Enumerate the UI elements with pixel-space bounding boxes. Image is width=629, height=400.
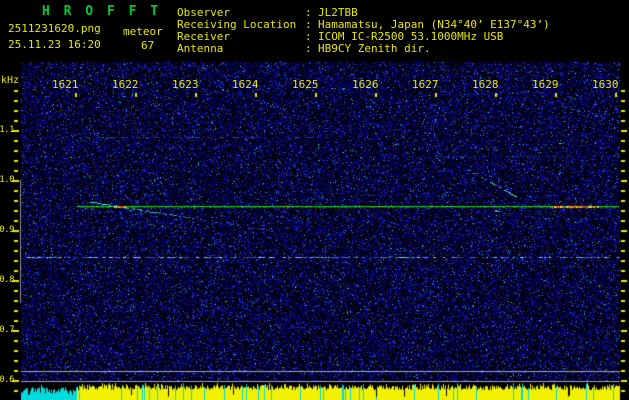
x-tick-label-1629: 1629: [532, 78, 559, 91]
y-tick-label-1.1: 1.1: [0, 125, 15, 135]
x-tick-label-1625: 1625: [292, 78, 319, 91]
y-tick-label-0.6: 0.6: [0, 375, 15, 385]
x-tick-label-1623: 1623: [172, 78, 199, 91]
y-axis-unit-label: kHz: [1, 75, 20, 86]
info-colon: :: [305, 42, 312, 55]
y-tick-label-0.9: 0.9: [0, 225, 15, 235]
x-tick-label-1630: 1630: [592, 78, 619, 91]
spectrogram-canvas: [0, 0, 629, 400]
y-tick-label-0.8: 0.8: [0, 275, 15, 285]
app-title: H R O F F T: [42, 4, 162, 19]
x-tick-label-1627: 1627: [412, 78, 439, 91]
y-tick-label-0.7: 0.7: [0, 325, 15, 335]
echo-count: 67: [141, 39, 155, 52]
x-tick-label-1622: 1622: [112, 78, 139, 91]
file-name: 2511231620.png: [8, 22, 101, 35]
x-tick-label-1624: 1624: [232, 78, 259, 91]
x-tick-label-1626: 1626: [352, 78, 379, 91]
mode-label: meteor: [123, 25, 163, 38]
info-row-antenna: Antenna: HB9CY Zenith dir.: [177, 43, 550, 55]
x-tick-label-1628: 1628: [472, 78, 499, 91]
info-value: HB9CY Zenith dir.: [318, 42, 431, 55]
x-tick-label-1621: 1621: [52, 78, 79, 91]
observer-info-table: Observer: JL2TBB Receiving Location: Hamama…: [177, 7, 550, 55]
y-tick-label-1.0: 1.0: [0, 175, 15, 185]
hrofft-window: H R O F F T 2511231620.png meteor 25.11.…: [0, 0, 629, 400]
info-label: Antenna: [177, 42, 224, 55]
datetime: 25.11.23 16:20: [8, 38, 101, 51]
